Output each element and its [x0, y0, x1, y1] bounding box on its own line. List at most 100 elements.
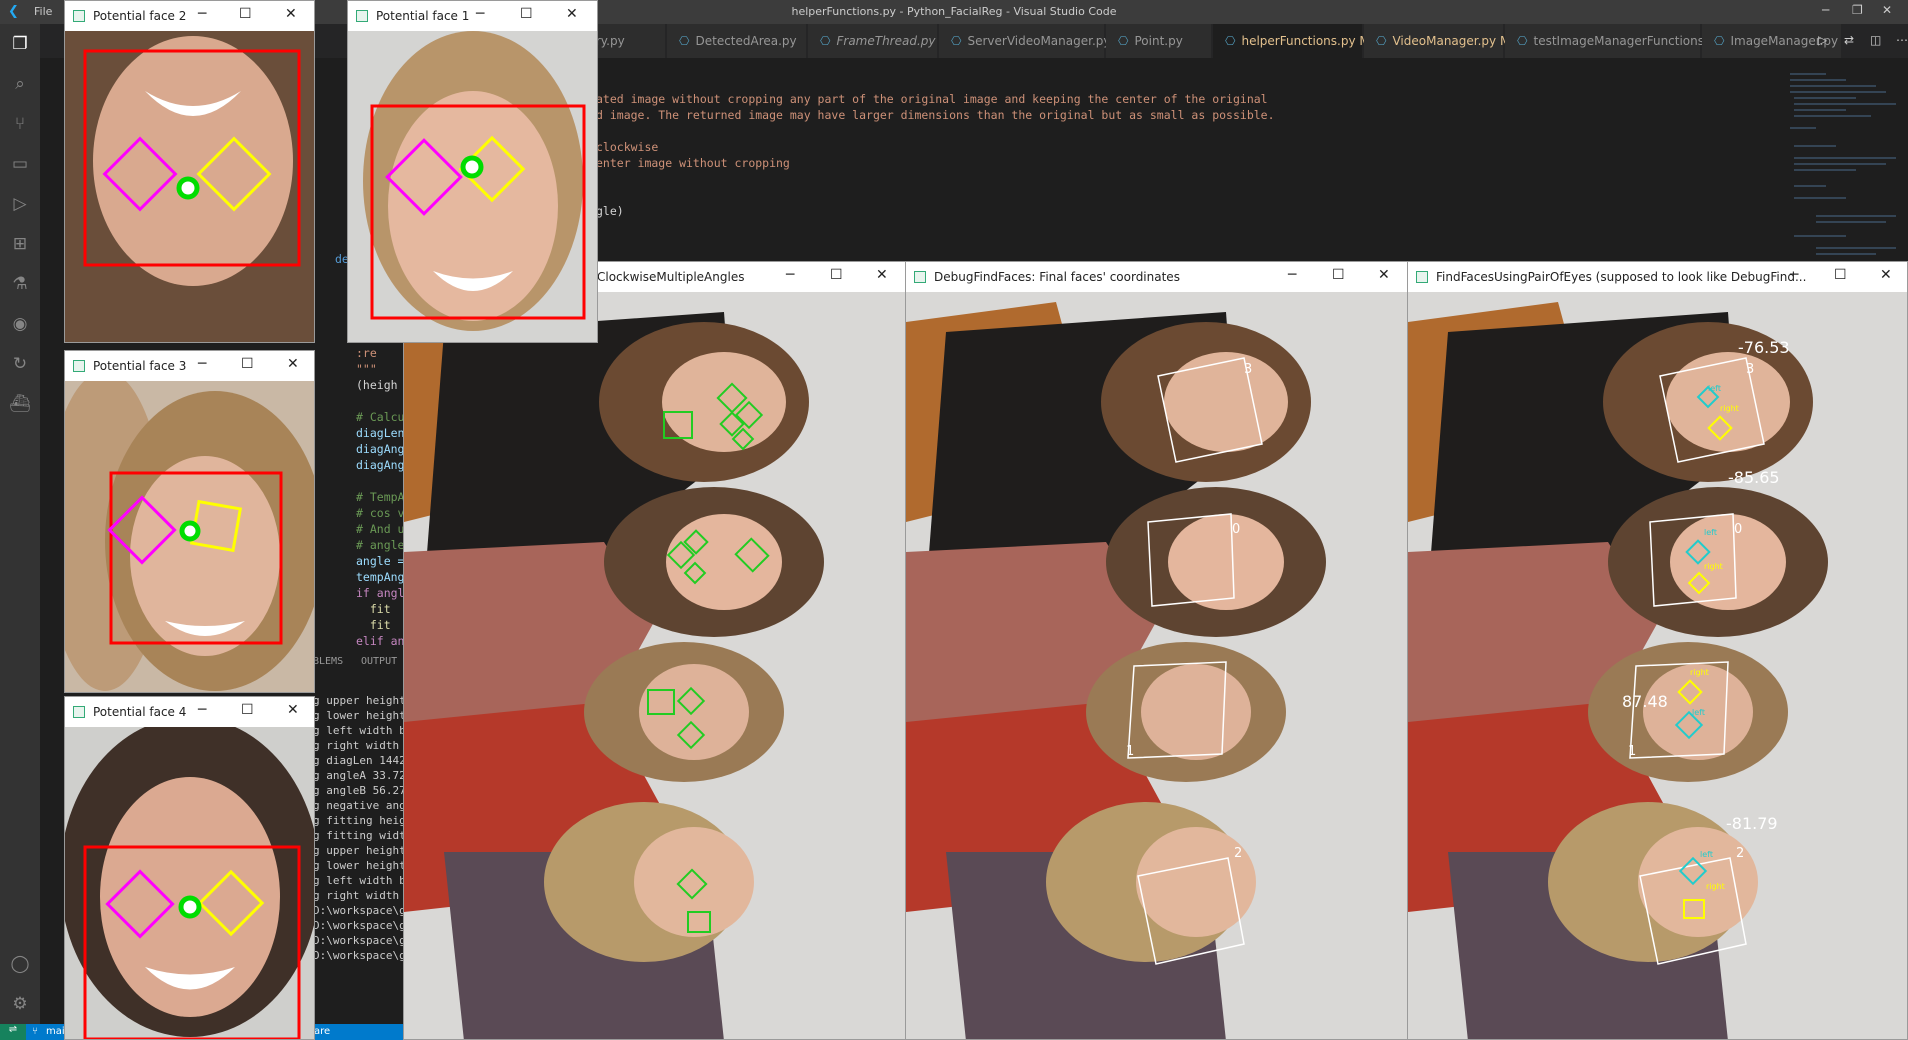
testing-icon[interactable]: ⚗	[8, 272, 32, 296]
close-icon[interactable]: ✕	[876, 267, 888, 283]
restore-icon[interactable]: ❐	[1852, 3, 1863, 17]
window-title: Potential face 4	[93, 705, 187, 719]
branch-icon[interactable]: ⑂	[32, 1026, 38, 1037]
minimize-icon[interactable]: ─	[198, 356, 206, 372]
window-titlebar[interactable]: Potential face 4 ─ ☐ ✕	[65, 697, 314, 727]
potential-face-1-window[interactable]: Potential face 1 ─ ☐ ✕	[347, 0, 598, 343]
python-file-icon: ⎔	[1225, 34, 1236, 48]
eye-label: left	[1700, 850, 1713, 859]
window-app-icon	[914, 271, 926, 283]
maximize-icon[interactable]: ☐	[241, 702, 254, 718]
account-icon[interactable]: ◯	[8, 952, 32, 976]
extensions-icon[interactable]: ⊞	[8, 232, 32, 256]
window-titlebar[interactable]: DebugFindFaces: Final faces' coordinates…	[906, 262, 1407, 292]
eye-label: right	[1706, 882, 1725, 891]
bottom-panel: BLEMS OUTPUT g upper height g lower heig…	[313, 648, 407, 1040]
tab-label: FrameThread.py	[836, 34, 936, 48]
window-titlebar[interactable]: Potential face 1 ─ ☐ ✕	[348, 1, 597, 31]
activity-bar: ❐ ⌕ ⑂ ▭ ▷ ⊞ ⚗ ◉ ↻ ⛴ ◯ ⚙	[0, 24, 40, 1024]
run-icon[interactable]: ▷	[1818, 33, 1827, 47]
close-icon[interactable]: ✕	[1882, 3, 1892, 17]
explorer-icon[interactable]: ❐	[8, 32, 32, 56]
tab-detected-area[interactable]: ⎔ DetectedArea.py	[667, 24, 807, 58]
window-title: Potential face 3	[93, 359, 187, 373]
terminal-line: g negative ang	[313, 799, 406, 812]
docker-icon[interactable]: ⛴	[8, 392, 32, 416]
remote-indicator-icon[interactable]: ⇌	[0, 1024, 26, 1040]
tab-label: VideoManager.py	[1392, 34, 1497, 48]
code-line: """	[356, 362, 377, 376]
code-line: angle =	[356, 554, 405, 568]
minimize-icon[interactable]: ─	[1822, 3, 1829, 17]
minimize-icon[interactable]: ─	[1288, 267, 1296, 283]
window-titlebar[interactable]: Potential face 3 ─ ☐ ✕	[65, 351, 314, 381]
window-app-icon	[73, 360, 85, 372]
debug-find-faces-window[interactable]: DebugFindFaces: Final faces' coordinates…	[905, 261, 1408, 1040]
potential-face-3-window[interactable]: Potential face 3 ─ ☐ ✕	[64, 350, 315, 693]
python-file-icon: ⎔	[1118, 34, 1129, 48]
pair-of-eyes-window[interactable]: FindFacesUsingPairOfEyes (supposed to lo…	[1407, 261, 1908, 1040]
live-share-status[interactable]: are	[314, 1026, 330, 1037]
terminal-line: g left width b	[313, 724, 406, 737]
minimize-icon[interactable]: ─	[476, 6, 484, 22]
eye-label: left	[1704, 528, 1717, 537]
terminal-line: g fitting heig	[313, 814, 406, 827]
tab-point[interactable]: ⎔ Point.py	[1106, 24, 1212, 58]
search-icon[interactable]: ⌕	[8, 72, 32, 96]
tab-problems[interactable]: BLEMS	[313, 656, 343, 667]
terminal-line: g right width	[313, 739, 400, 752]
maximize-icon[interactable]: ☐	[1834, 267, 1847, 283]
close-icon[interactable]: ✕	[1880, 267, 1892, 283]
window-title: FindFacesUsingPairOfEyes (supposed to lo…	[1436, 270, 1807, 284]
tab-label: testImageManagerFunctions.py	[1533, 34, 1723, 48]
maximize-icon[interactable]: ☐	[241, 356, 254, 372]
github-icon[interactable]: ◉	[8, 312, 32, 336]
maximize-icon[interactable]: ☐	[520, 6, 533, 22]
maximize-icon[interactable]: ☐	[830, 267, 843, 283]
remote-explorer-icon[interactable]: ▭	[8, 152, 32, 176]
tab-output[interactable]: OUTPUT	[361, 656, 397, 667]
minimize-icon[interactable]: ─	[1790, 267, 1798, 283]
minimap[interactable]	[1786, 66, 1904, 262]
window-titlebar[interactable]: FindFacesUsingPairOfEyes (supposed to lo…	[1408, 262, 1907, 292]
more-actions-icon[interactable]: ⋯	[1896, 33, 1908, 47]
debug-photo: 3 0 1 2	[906, 292, 1407, 1039]
potential-face-2-window[interactable]: Potential face 2 ─ ☐ ✕	[64, 0, 315, 343]
tab-server-video-manager[interactable]: ⎔ ServerVideoManager.py	[939, 24, 1111, 58]
code-line: fit	[356, 602, 391, 616]
window-app-icon	[73, 10, 85, 22]
eye-label: right	[1690, 668, 1709, 677]
minimize-icon[interactable]: ─	[786, 267, 794, 283]
rotate-window[interactable]: ClockwiseMultipleAngles ─ ☐ ✕	[403, 261, 906, 1040]
minimize-icon[interactable]: ─	[198, 702, 206, 718]
close-icon[interactable]: ✕	[1378, 267, 1390, 283]
python-file-icon: ⎔	[1376, 34, 1387, 48]
face-index-label: 1	[1126, 744, 1135, 759]
run-debug-icon[interactable]: ▷	[8, 192, 32, 216]
source-control-icon[interactable]: ⑂	[8, 112, 32, 136]
maximize-icon[interactable]: ☐	[239, 6, 252, 22]
minimize-icon[interactable]: ─	[198, 6, 206, 22]
close-icon[interactable]: ✕	[287, 356, 299, 372]
tab-helper-functions[interactable]: ⎔helperFunctions.py M ✕	[1213, 24, 1384, 58]
window-app-icon	[73, 706, 85, 718]
tab-test-image-manager[interactable]: ⎔ testImageManagerFunctions.py	[1505, 24, 1723, 58]
tab-video-manager[interactable]: ⎔VideoManager.py M	[1364, 24, 1510, 58]
code-line: tempAng	[356, 570, 405, 584]
live-share-icon[interactable]: ↻	[8, 352, 32, 376]
python-file-icon: ⎔	[1714, 34, 1725, 48]
window-titlebar[interactable]: Potential face 2 ─ ☐ ✕	[65, 1, 314, 31]
face-angle-label: -81.79	[1726, 814, 1778, 833]
potential-face-4-window[interactable]: Potential face 4 ─ ☐ ✕	[64, 696, 315, 1040]
python-file-icon: ⎔	[951, 34, 962, 48]
close-icon[interactable]: ✕	[287, 702, 299, 718]
close-icon[interactable]: ✕	[566, 6, 578, 22]
window-title: DebugFindFaces: Final faces' coordinates	[934, 270, 1180, 284]
split-editor-icon[interactable]: ◫	[1870, 33, 1881, 47]
tab-frame-thread[interactable]: ⎔ FrameThread.py	[808, 24, 938, 58]
close-icon[interactable]: ✕	[285, 6, 297, 22]
settings-gear-icon[interactable]: ⚙	[8, 992, 32, 1016]
compare-icon[interactable]: ⇄	[1844, 33, 1854, 47]
face-index-label: 2	[1736, 846, 1745, 861]
maximize-icon[interactable]: ☐	[1332, 267, 1345, 283]
